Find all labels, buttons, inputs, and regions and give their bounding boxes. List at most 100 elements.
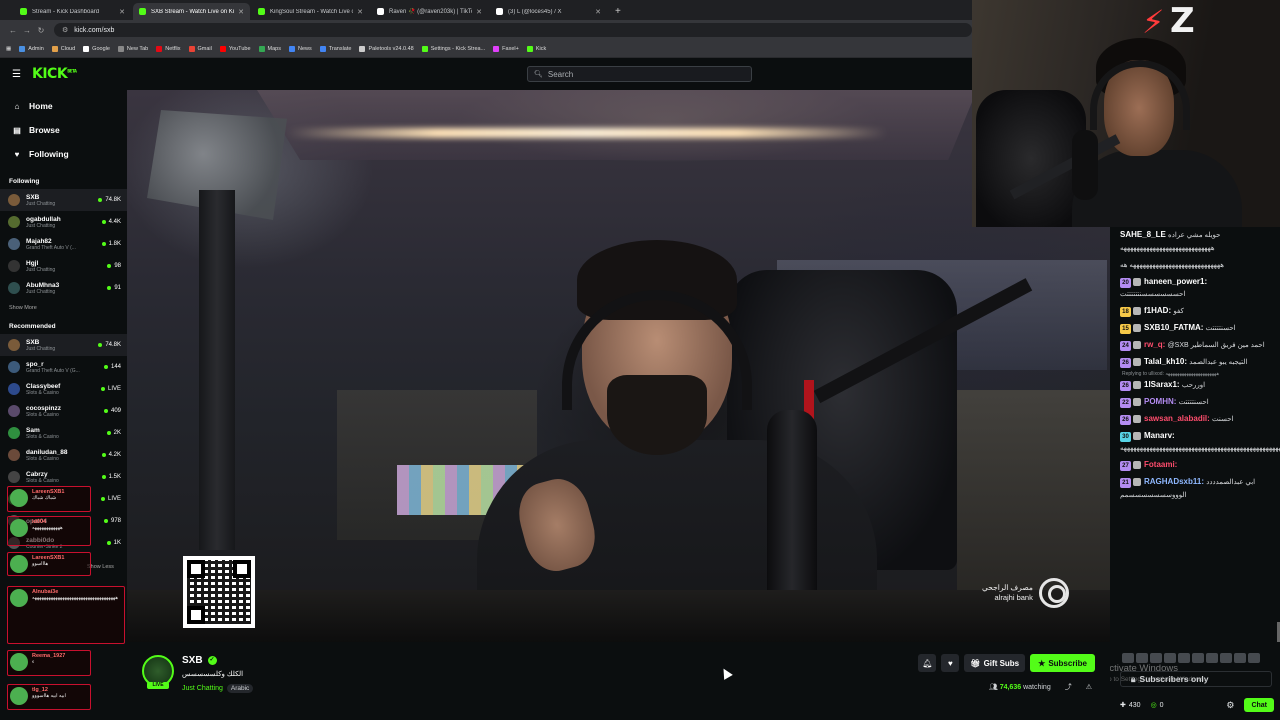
bookmark-item[interactable]: YouTube xyxy=(219,45,251,52)
sidebar-channel[interactable]: cocospinzz Slots & Casino 409 xyxy=(0,400,127,422)
channel-points[interactable]: ◎ 0 xyxy=(1151,701,1164,710)
follow-heart-icon[interactable]: ♥ xyxy=(941,654,960,672)
notification-bell-icon[interactable]: 🔔︎ xyxy=(918,654,937,672)
sidebar-nav-home[interactable]: ⌂ Home xyxy=(0,94,127,118)
chat-username[interactable]: f1HAD: xyxy=(1144,306,1171,315)
url-input[interactable]: ⚙ kick.com/sxb xyxy=(54,23,972,37)
forward-icon[interactable]: → xyxy=(20,26,34,35)
browser-tab[interactable]: KingSoul Stream - Watch Live on Kick ✕ xyxy=(252,3,369,20)
tab-close-icon[interactable]: ✕ xyxy=(238,8,244,16)
sidebar-channel[interactable]: SXB Just Chatting 74.8K xyxy=(0,334,127,356)
menu-icon[interactable]: ☰ xyxy=(12,69,21,80)
live-dot-icon xyxy=(100,387,105,391)
emote-icon[interactable] xyxy=(1248,653,1260,663)
bookmark-item[interactable]: Google xyxy=(83,45,110,52)
share-icon[interactable]: ⤴ xyxy=(1065,682,1072,692)
sidebar-nav-browse[interactable]: ▤ Browse xyxy=(0,118,127,142)
chat-username[interactable]: SXB10_FATMA: xyxy=(1144,323,1203,332)
bookmark-item[interactable]: Maps xyxy=(258,45,281,52)
browser-tab[interactable]: Raven 🥀 (@raven203k) | TikTok ✕ xyxy=(371,3,488,20)
sidebar-channel[interactable]: spo_r Grand Theft Auto V (G... 144 xyxy=(0,356,127,378)
chat-text: احسنت xyxy=(1212,416,1234,423)
chat-send-button[interactable]: Chat xyxy=(1244,698,1274,712)
tab-close-icon[interactable]: ✕ xyxy=(357,8,363,16)
sidebar-channel[interactable]: ogabdullah Just Chatting 4.4K xyxy=(0,211,127,233)
bookmark-item[interactable]: Admin xyxy=(19,45,44,52)
emote-icon[interactable] xyxy=(1192,653,1204,663)
video-player[interactable]: مصرف الراجحي alrajhi bank xyxy=(127,90,1110,642)
live-badge: LIVE xyxy=(147,682,169,689)
emote-icon[interactable] xyxy=(1136,653,1148,663)
language-tag[interactable]: Arabic xyxy=(226,684,254,693)
report-icon[interactable]: ⚠ xyxy=(1086,683,1092,691)
chat-message: 18 f1HAD: كفو xyxy=(1110,303,1280,320)
bookmark-item[interactable]: Cloud xyxy=(51,45,75,52)
emote-icon[interactable] xyxy=(1122,653,1134,663)
tab-close-icon[interactable]: ✕ xyxy=(476,8,482,16)
subscribe-button[interactable]: ★ Subscribe xyxy=(1030,654,1095,672)
sidebar-channel[interactable]: Sam Slots & Casino 2K xyxy=(0,422,127,444)
chat-username[interactable]: Manarv: xyxy=(1144,431,1175,440)
tab-close-icon[interactable]: ✕ xyxy=(119,8,125,16)
sidebar-channel[interactable]: Hgjl Just Chatting 98 xyxy=(0,255,127,277)
bookmark-item[interactable]: Paletools v24.0.48 xyxy=(359,45,414,52)
chat-username[interactable]: RAGHADsxb11: xyxy=(1144,477,1204,486)
bookmark-icon xyxy=(421,45,428,52)
site-info-icon[interactable]: ⚙ xyxy=(62,26,68,34)
sidebar-channel[interactable]: SXB Just Chatting 74.8K xyxy=(0,189,127,211)
chat-settings-icon[interactable]: ⚙ xyxy=(1226,700,1234,711)
emote-icon[interactable] xyxy=(1206,653,1218,663)
search-input[interactable]: 🔍︎ Search xyxy=(527,66,752,82)
chat-username[interactable]: sawsan_alabadil: xyxy=(1144,414,1210,423)
sidebar-channel[interactable]: Classybeef Slots & Casino LIVE xyxy=(0,378,127,400)
emote-icon[interactable] xyxy=(1164,653,1176,663)
sidebar-channel[interactable]: daniludan_88 Slots & Casino 4.2K xyxy=(0,444,127,466)
chat-message: 26 Talal_kh10: التيجبه يبو عبدالصمد xyxy=(1110,354,1280,371)
kick-logo[interactable]: KICKBETA xyxy=(32,66,77,82)
back-icon[interactable]: ← xyxy=(6,26,20,35)
bookmark-item[interactable]: New Tab xyxy=(117,45,148,52)
bookmark-item[interactable]: Kick xyxy=(526,45,546,52)
gift-subs-button[interactable]: 🎁︎ Gift Subs xyxy=(964,654,1026,672)
browser-tab[interactable]: (3) L (@loces45) / X ✕ xyxy=(490,3,607,20)
channel-avatar xyxy=(8,405,20,417)
browser-address-bar: ← → ↻ ⚙ kick.com/sxb xyxy=(0,20,972,40)
browser-tab[interactable]: Stream - Kick Dashboard ✕ xyxy=(14,3,131,20)
sidebar-channel[interactable]: Majah82 Grand Theft Auto V (... 1.8K xyxy=(0,233,127,255)
sidebar-channel[interactable]: Cabrzy Slots & Casino 1.5K xyxy=(0,466,127,488)
bookmark-item[interactable]: Faxel+ xyxy=(493,45,519,52)
emote-icon[interactable] xyxy=(1234,653,1246,663)
chat-username[interactable]: Talal_kh10: xyxy=(1144,357,1187,366)
emote-icon[interactable] xyxy=(1178,653,1190,663)
chat-username[interactable]: POMHN: xyxy=(1144,397,1176,406)
bookmark-item[interactable]: Translate xyxy=(319,45,351,52)
chat-username[interactable]: haneen_power1: xyxy=(1144,277,1207,286)
qr-code xyxy=(183,556,255,628)
chat-username[interactable]: rw_q: xyxy=(1144,340,1165,349)
chat-username[interactable]: Fotaami: xyxy=(1144,460,1177,469)
sidebar-nav-following[interactable]: ♥ Following xyxy=(0,142,127,166)
channel-name[interactable]: SXB xyxy=(182,655,203,666)
new-tab-button[interactable]: + xyxy=(615,3,621,20)
bookmark-icon xyxy=(319,45,326,52)
browser-tab[interactable]: SXB Stream - Watch Live on Kick ✕ xyxy=(133,3,250,20)
sidebar-nav-label: Following xyxy=(29,149,69,159)
channel-info: SXB Just Chatting xyxy=(26,339,98,352)
channel-name: daniludan_88 xyxy=(26,448,68,456)
show-more-button[interactable]: Show More xyxy=(0,305,127,311)
emote-icon[interactable] xyxy=(1150,653,1162,663)
bookmark-item[interactable]: Gmail xyxy=(188,45,212,52)
chat-username[interactable]: 1lSarax1: xyxy=(1144,380,1180,389)
tab-close-icon[interactable]: ✕ xyxy=(595,8,601,16)
kick-points[interactable]: ✚ 430 xyxy=(1120,701,1141,710)
bookmark-item[interactable]: News xyxy=(288,45,312,52)
stream-category[interactable]: Just Chatting xyxy=(182,685,223,692)
bookmark-item[interactable]: Settings - Kick Strea... xyxy=(421,45,485,52)
sidebar-channel[interactable]: AbuMhna3 Just Chatting 91 xyxy=(0,277,127,299)
chat-message: 26 sawsan_alabadil: احسنت xyxy=(1110,411,1280,428)
emote-icon[interactable] xyxy=(1220,653,1232,663)
bookmark-item[interactable]: Netflix xyxy=(156,45,181,52)
apps-icon[interactable]: ▦ xyxy=(6,46,11,52)
chat-username[interactable]: SAHE_8_LE xyxy=(1120,230,1166,239)
reload-icon[interactable]: ↻ xyxy=(34,26,48,35)
